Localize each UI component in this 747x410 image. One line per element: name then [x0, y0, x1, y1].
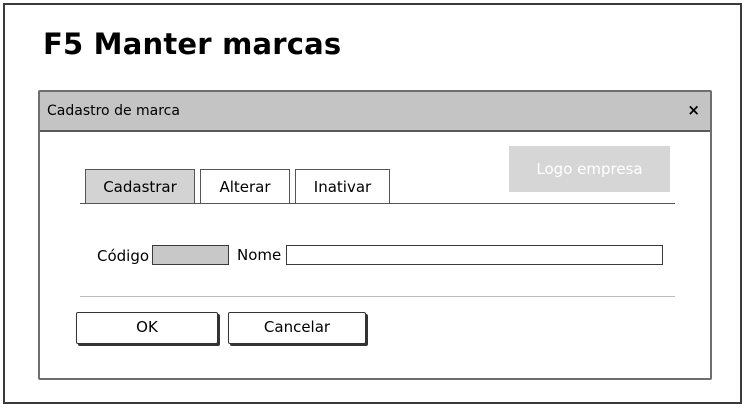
logo-empresa-button[interactable]: Logo empresa [509, 146, 670, 192]
tab-bar-divider [80, 203, 675, 204]
tab-inativar[interactable]: Inativar [295, 169, 390, 204]
cancel-button[interactable]: Cancelar [228, 312, 366, 344]
name-field[interactable] [286, 245, 663, 265]
form-divider [80, 296, 675, 297]
dialog-header: Cadastro de marca × [40, 92, 710, 132]
code-field[interactable] [152, 245, 229, 265]
dialog-title: Cadastro de marca [47, 103, 180, 119]
tab-alterar[interactable]: Alterar [200, 169, 290, 204]
close-icon[interactable]: × [687, 101, 700, 119]
brand-dialog: Cadastro de marca × Cadastrar Alterar In… [38, 90, 712, 380]
code-label: Código [97, 247, 150, 265]
ok-button[interactable]: OK [76, 312, 218, 344]
page-frame: F5 Manter marcas Cadastro de marca × Cad… [3, 3, 742, 404]
page-title: F5 Manter marcas [43, 27, 342, 61]
name-label: Nome [237, 246, 282, 264]
tab-cadastrar[interactable]: Cadastrar [85, 169, 195, 204]
